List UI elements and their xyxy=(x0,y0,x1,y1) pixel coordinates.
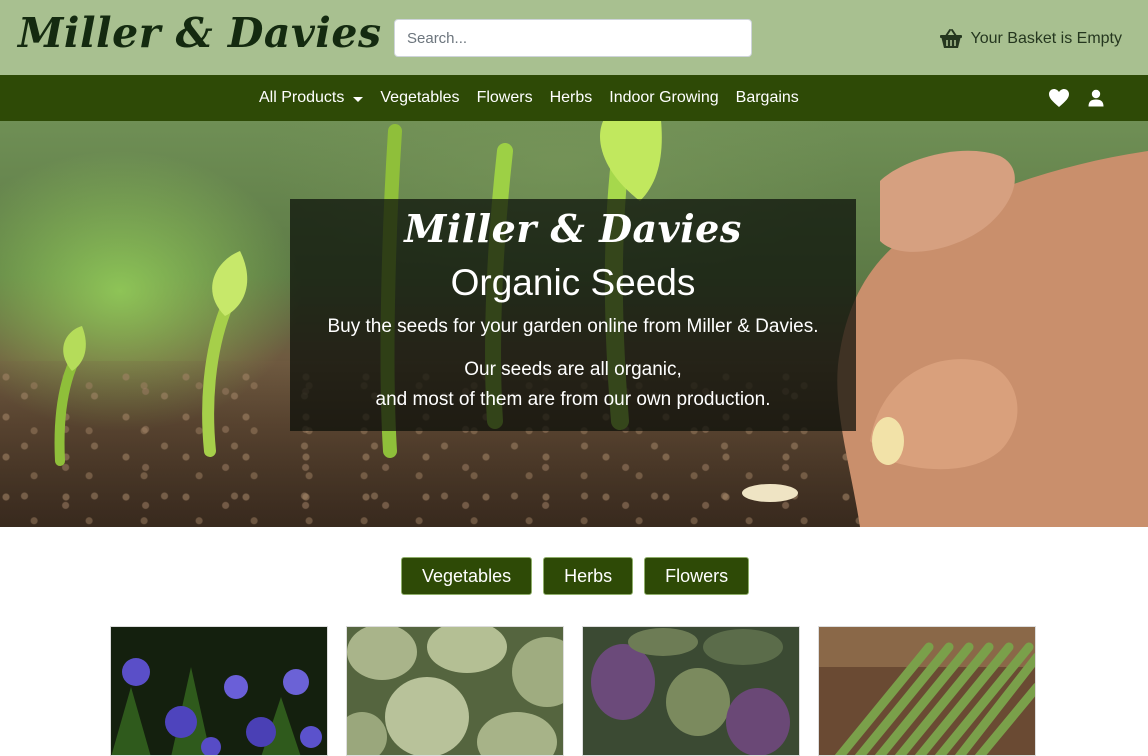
hero-text-line: and most of them are from our own produc… xyxy=(375,389,771,410)
hero-banner: Miller & Davies Organic Seeds Buy the se… xyxy=(0,121,1148,527)
nav-item-bargains[interactable]: Bargains xyxy=(736,89,799,107)
vegetables-button[interactable]: Vegetables xyxy=(401,557,533,595)
hero-brand: Miller & Davies xyxy=(404,206,742,251)
nav-item-all-products[interactable]: All Products xyxy=(259,89,364,107)
product-image-columbine xyxy=(111,627,327,755)
basket-label: Your Basket is Empty xyxy=(970,30,1122,47)
product-image-purple-artichokes xyxy=(583,627,799,755)
basket-icon xyxy=(939,28,963,50)
nav-links: All Products Vegetables Flowers Herbs In… xyxy=(259,75,799,121)
herbs-button[interactable]: Herbs xyxy=(543,557,634,595)
hero-text-line: Our seeds are all organic, xyxy=(464,359,682,380)
search-input[interactable] xyxy=(394,19,752,57)
nav-icons xyxy=(1048,75,1104,121)
nav-item-label: All Products xyxy=(259,89,345,106)
heart-icon[interactable] xyxy=(1048,88,1070,108)
main-nav: All Products Vegetables Flowers Herbs In… xyxy=(0,75,1148,121)
caret-down-icon xyxy=(353,96,364,102)
hero-text-line: Buy the seeds for your garden online fro… xyxy=(327,316,819,337)
site-logo[interactable]: Miller & Davies xyxy=(18,9,382,57)
flowers-button[interactable]: Flowers xyxy=(644,557,750,595)
hero-text-box: Miller & Davies Organic Seeds Buy the se… xyxy=(290,199,856,431)
product-grid xyxy=(110,626,1036,756)
product-image-asparagus xyxy=(819,627,1035,755)
top-header: Miller & Davies Your Basket is Empty xyxy=(0,0,1148,75)
product-card[interactable] xyxy=(582,626,800,756)
basket-link[interactable]: Your Basket is Empty xyxy=(939,27,1122,51)
nav-item-indoor-growing[interactable]: Indoor Growing xyxy=(609,89,718,107)
product-card[interactable] xyxy=(346,626,564,756)
product-card[interactable] xyxy=(110,626,328,756)
hero-title: Organic Seeds xyxy=(450,262,696,303)
category-buttons: Vegetables Herbs Flowers xyxy=(401,557,750,595)
nav-item-herbs[interactable]: Herbs xyxy=(550,89,593,107)
user-icon[interactable] xyxy=(1088,89,1104,107)
nav-item-flowers[interactable]: Flowers xyxy=(477,89,533,107)
product-card[interactable] xyxy=(818,626,1036,756)
nav-item-vegetables[interactable]: Vegetables xyxy=(380,89,459,107)
product-image-green-artichokes xyxy=(347,627,563,755)
